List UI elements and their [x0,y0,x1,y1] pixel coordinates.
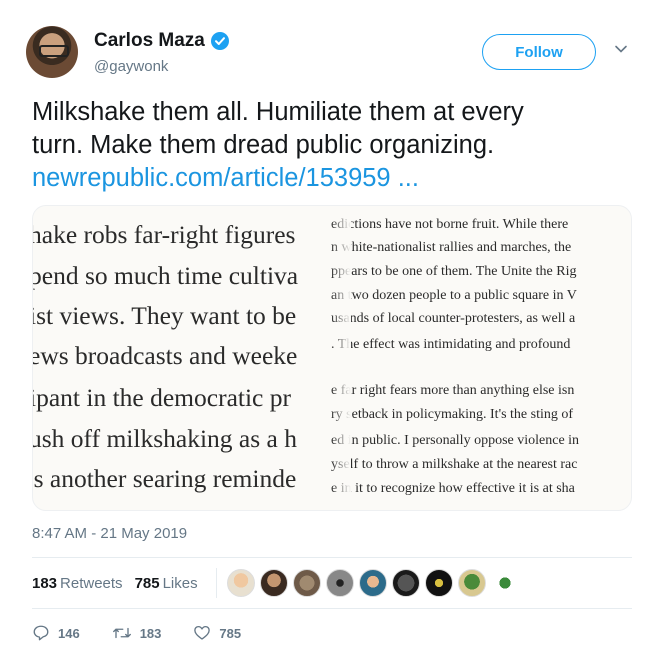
tweet-media-image[interactable]: hake robs far-right figures pend so much… [32,205,632,511]
tweet-text-line-1: Milkshake them all. Humiliate them at ev… [32,98,524,126]
article-line: pend so much time cultiva [32,261,299,290]
liker-avatar[interactable] [391,569,420,597]
tweet-link[interactable]: newrepublic.com/article/153959 ... [32,162,632,195]
article-left-column: hake robs far-right figures pend so much… [32,206,329,510]
tweet-text-line-2: turn. Make them dread public organizing. [32,131,495,159]
reply-icon [33,625,49,641]
article-line: ry setback in policymaking. It's the sti… [331,407,574,422]
liker-avatars [226,569,524,597]
chevron-down-icon[interactable] [614,42,628,56]
liker-avatar[interactable] [490,569,519,597]
liker-avatar[interactable] [358,569,387,597]
liker-avatar[interactable] [259,569,288,597]
like-button[interactable]: 785 [193,624,241,642]
liker-avatar[interactable] [292,569,321,597]
article-line: yself to throw a milkshake at the neares… [331,457,578,472]
article-line: usands of local counter-protesters, as w… [331,311,576,326]
reply-button[interactable]: 146 [32,624,80,642]
heart-icon [194,625,211,640]
divider [215,568,217,598]
retweet-count: 183 [139,625,162,641]
article-line: e far right fears more than anything els… [331,383,575,398]
tweet-timestamp[interactable]: 8:47 AM - 21 May 2019 [32,525,187,542]
divider [32,608,632,609]
article-line: ipant in the democratic pr [32,383,291,412]
likes-count: 785 [134,574,160,592]
liker-avatar[interactable] [325,569,354,597]
article-line: . The effect was intimidating and profou… [331,337,571,352]
author-name[interactable]: Carlos Maza [94,30,205,52]
article-line: n white-nationalist rallies and marches,… [331,240,572,255]
verified-badge-icon [210,32,229,50]
article-line: ed in public. I personally oppose violen… [331,433,580,448]
divider [32,557,632,558]
fade-overlay [331,206,351,510]
tweet-actions: 146 183 785 [32,624,273,642]
retweets-label: Retweets [60,574,123,592]
tweet-text: Milkshake them all. Humiliate them at ev… [32,96,632,195]
likes-stat[interactable]: 785 Likes [135,575,198,592]
like-count: 785 [219,625,242,641]
article-line: hake robs far-right figures [32,220,296,249]
tweet-stats: 183 Retweets 785 Likes [32,568,524,598]
article-line: 's another searing reminde [32,464,297,493]
liker-avatar[interactable] [424,569,453,597]
retweets-count: 183 [32,574,58,592]
likes-label: Likes [162,574,198,592]
author-handle[interactable]: @gaywonk [94,58,168,75]
article-line: ush off milkshaking as a h [32,424,297,453]
retweet-button[interactable]: 183 [112,624,162,642]
article-line: edictions have not borne fruit. While th… [331,217,569,232]
retweets-stat[interactable]: 183 Retweets [32,575,123,592]
follow-button[interactable]: Follow [482,34,596,70]
liker-avatar[interactable] [226,569,255,597]
tweet-header: Carlos Maza @gaywonk Follow [20,22,636,82]
article-line: ews broadcasts and weeke [32,341,298,370]
article-line: an two dozen people to a public square i… [331,288,577,303]
retweet-icon [112,627,131,639]
liker-avatar[interactable] [457,569,486,597]
avatar[interactable] [26,26,78,78]
article-line: e in it to recognize how effective it is… [331,481,575,496]
article-right-column: edictions have not borne fruit. While th… [331,206,631,510]
article-line: ppears to be one of them. The Unite the … [331,264,577,279]
author-name-row[interactable]: Carlos Maza [94,30,229,52]
reply-count: 146 [58,625,80,641]
article-line: ist views. They want to be [32,301,297,330]
